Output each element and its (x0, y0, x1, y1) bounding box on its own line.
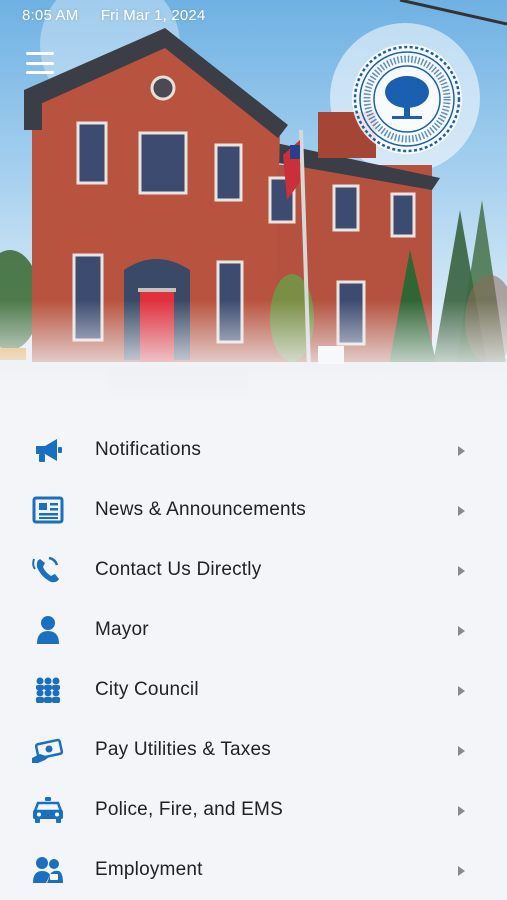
hero-fade (0, 300, 507, 410)
group-icon (30, 674, 66, 706)
chevron-right-icon (458, 806, 465, 816)
chevron-right-icon (458, 446, 465, 456)
phone-icon (30, 554, 66, 586)
hamburger-menu-icon[interactable] (26, 52, 54, 74)
menu-item-label: Contact Us Directly (95, 559, 262, 580)
menu-item-employment[interactable]: Employment (0, 840, 507, 900)
chevron-right-icon (458, 506, 465, 516)
menu-item-label: Pay Utilities & Taxes (95, 739, 271, 760)
menu-item-label: Employment (95, 859, 203, 880)
menu-item-notifications[interactable]: Notifications (0, 420, 507, 480)
menu-item-pay-utilities[interactable]: Pay Utilities & Taxes (0, 720, 507, 780)
chevron-right-icon (458, 566, 465, 576)
main-menu-list: Notifications News & Announcements Conta… (0, 420, 507, 900)
menu-item-label: Notifications (95, 439, 202, 460)
megaphone-icon (30, 434, 66, 466)
menu-item-label: News & Announcements (95, 499, 307, 520)
police-car-icon (30, 794, 66, 826)
menu-item-news-announcements[interactable]: News & Announcements (0, 480, 507, 540)
menu-item-city-council[interactable]: City Council (0, 660, 507, 720)
hero-banner: 8:05 AM Fri Mar 1, 2024 (0, 0, 507, 410)
newspaper-icon (30, 494, 66, 526)
chevron-right-icon (458, 746, 465, 756)
chevron-right-icon (458, 626, 465, 636)
chevron-right-icon (458, 686, 465, 696)
status-time: 8:05 AM (22, 7, 79, 24)
chevron-right-icon (458, 866, 465, 876)
menu-item-police-fire-ems[interactable]: Police, Fire, and EMS (0, 780, 507, 840)
employment-icon (30, 854, 66, 886)
menu-item-label: Mayor (95, 619, 149, 640)
status-bar: 8:05 AM Fri Mar 1, 2024 (22, 7, 206, 24)
menu-item-mayor[interactable]: Mayor (0, 600, 507, 660)
person-icon (30, 614, 66, 646)
status-date: Fri Mar 1, 2024 (100, 7, 206, 24)
menu-item-contact-us[interactable]: Contact Us Directly (0, 540, 507, 600)
money-hand-icon (30, 734, 66, 766)
menu-item-label: Police, Fire, and EMS (95, 799, 283, 820)
menu-item-label: City Council (95, 679, 199, 700)
city-council-seal-icon (352, 44, 462, 154)
